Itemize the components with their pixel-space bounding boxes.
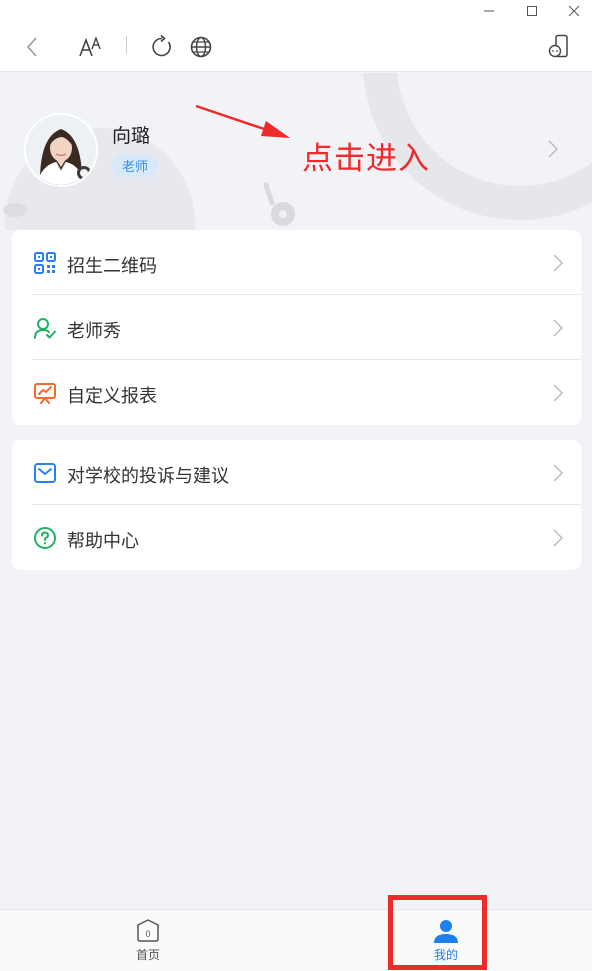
menu-card-secondary: 对学校的投诉与建议 帮助中心 xyxy=(12,440,581,570)
maximize-button[interactable] xyxy=(517,0,547,22)
refresh-icon xyxy=(152,35,171,57)
browser-toolbar xyxy=(0,22,592,72)
chevron-right-icon xyxy=(553,464,564,482)
menu-item-custom-report[interactable]: 自定义报表 xyxy=(12,360,581,425)
menu-item-teacher-show[interactable]: 老师秀 xyxy=(12,295,581,360)
qr-code-icon xyxy=(34,252,56,274)
home-badge: 0 xyxy=(145,929,150,939)
avatar xyxy=(24,113,98,187)
menu-item-help-center[interactable]: 帮助中心 xyxy=(12,505,581,570)
window-title-bar xyxy=(0,0,592,22)
role-badge: 老师 xyxy=(112,154,159,177)
help-icon xyxy=(34,527,56,549)
chevron-right-icon xyxy=(548,140,559,158)
teacher-name: 向璐 xyxy=(112,126,151,147)
minimize-button[interactable] xyxy=(474,0,504,22)
globe-button[interactable] xyxy=(187,33,215,61)
maximize-icon xyxy=(527,6,537,16)
mobile-device-icon xyxy=(548,34,568,58)
chevron-right-icon xyxy=(553,384,564,402)
menu-item-label: 自定义报表 xyxy=(67,386,157,406)
back-button[interactable] xyxy=(18,33,46,61)
menu-item-complaints[interactable]: 对学校的投诉与建议 xyxy=(12,440,581,505)
tab-mine-label: 我的 xyxy=(433,948,458,962)
chevron-right-icon xyxy=(553,529,564,547)
mail-icon xyxy=(34,463,56,483)
close-icon xyxy=(568,5,580,17)
back-icon xyxy=(26,37,37,57)
tab-home-label: 首页 xyxy=(135,948,160,962)
globe-icon xyxy=(190,36,212,58)
teacher-photo xyxy=(26,115,96,185)
chevron-right-icon xyxy=(553,254,564,272)
toolbar-divider xyxy=(126,36,127,54)
menu-item-label: 对学校的投诉与建议 xyxy=(67,466,229,486)
profile-header[interactable]: 向璐 老师 点击进入 xyxy=(0,73,592,230)
menu-item-label: 老师秀 xyxy=(67,321,121,341)
annotation-arrow xyxy=(195,104,290,138)
person-icon xyxy=(434,920,458,943)
chevron-right-icon xyxy=(553,319,564,337)
chart-board-icon xyxy=(34,383,56,404)
refresh-button[interactable] xyxy=(148,33,176,61)
menu-item-enrollment-qr[interactable]: 招生二维码 xyxy=(12,230,581,295)
mobile-device-button[interactable] xyxy=(545,33,573,61)
menu-item-label: 招生二维码 xyxy=(67,256,157,276)
font-size-button[interactable] xyxy=(76,33,104,61)
font-size-icon xyxy=(79,35,101,57)
tab-home[interactable]: 0 首页 xyxy=(98,910,198,971)
tab-mine[interactable]: 我的 xyxy=(396,910,496,971)
minimize-icon xyxy=(484,10,494,12)
home-icon: 0 xyxy=(137,919,159,942)
bottom-navigation: 0 首页 我的 xyxy=(0,909,592,971)
close-button[interactable] xyxy=(559,0,589,22)
annotation-text: 点击进入 xyxy=(302,141,430,176)
menu-card-primary: 招生二维码 老师秀 自定义报表 xyxy=(12,230,581,425)
user-icon xyxy=(34,318,56,339)
menu-item-label: 帮助中心 xyxy=(67,531,139,551)
